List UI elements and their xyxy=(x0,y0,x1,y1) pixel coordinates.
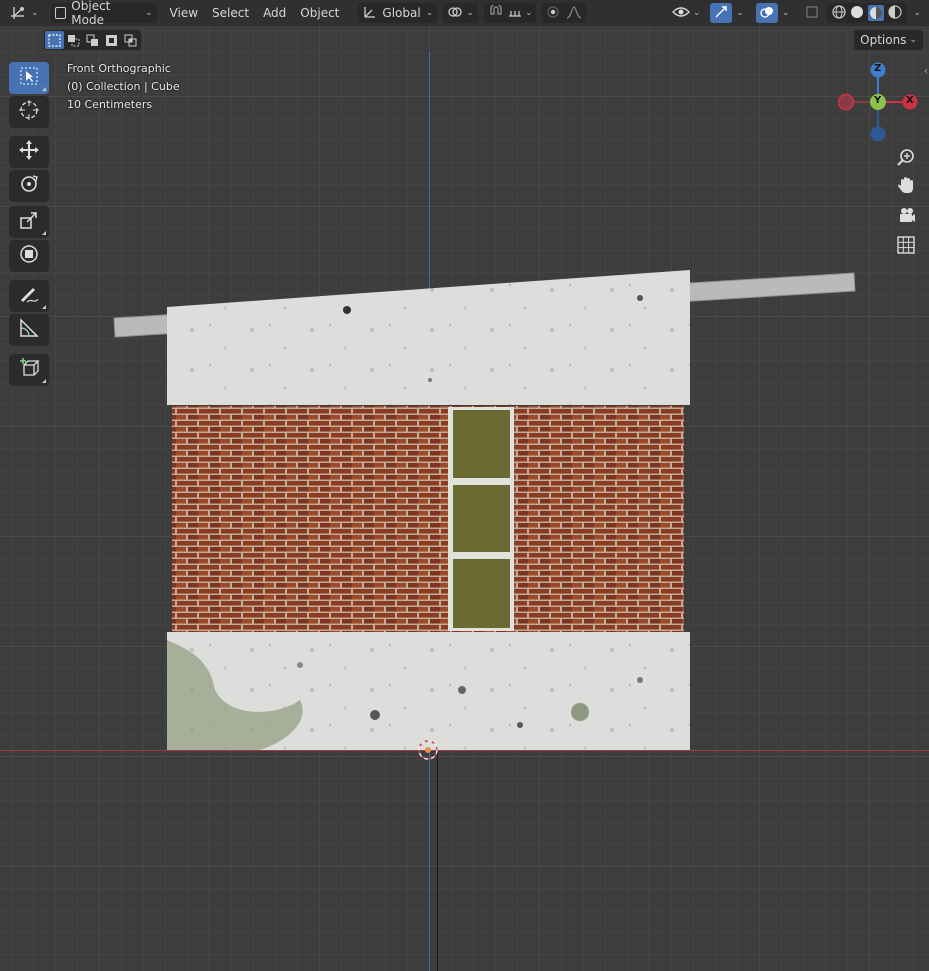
scale-tool[interactable] xyxy=(9,206,49,238)
door-panel-bottom xyxy=(453,559,510,628)
material-shading-icon[interactable] xyxy=(868,5,885,21)
chevron-down-icon[interactable]: ⌄ xyxy=(913,8,921,18)
navigation-gizmo[interactable]: Z Y X xyxy=(830,58,925,143)
solid-shading-icon[interactable] xyxy=(850,5,864,22)
magnet-icon xyxy=(488,2,504,22)
viewport-scene xyxy=(0,52,929,971)
proportional-edit-icon xyxy=(546,5,560,22)
object-mode-icon xyxy=(54,7,67,19)
select-box-icon xyxy=(19,66,39,90)
options-label: Options xyxy=(860,33,907,47)
annotate-icon xyxy=(18,283,40,309)
add-cube-tool[interactable] xyxy=(9,354,49,386)
chevron-down-icon: ⌄ xyxy=(909,35,917,45)
view-name: Front Orthographic xyxy=(67,62,171,75)
falloff-icon xyxy=(566,5,582,22)
ortho-toggle-button[interactable] xyxy=(891,233,921,261)
transform-tool[interactable] xyxy=(9,240,49,272)
menu-view[interactable]: View xyxy=(163,6,205,20)
annotate-tool[interactable] xyxy=(9,280,49,312)
chevron-down-icon: ⌄ xyxy=(425,8,434,18)
sidebar-collapse-icon[interactable]: ‹ xyxy=(924,66,928,77)
snap-toggle[interactable]: ⌄ xyxy=(483,2,537,23)
rotate-icon xyxy=(18,173,40,199)
orientation-label: Global xyxy=(382,6,421,20)
upper-plaster-wall xyxy=(167,270,690,405)
shading-modes xyxy=(827,3,908,23)
zoom-button[interactable] xyxy=(891,145,921,173)
gizmo-toggle[interactable] xyxy=(710,3,733,23)
gizmo-icon xyxy=(714,5,728,22)
move-icon xyxy=(18,139,40,165)
move-tool[interactable] xyxy=(9,136,49,168)
select-new-icon[interactable] xyxy=(45,31,64,49)
cursor-icon xyxy=(18,99,40,125)
overlays-icon xyxy=(760,5,774,22)
zoom-icon xyxy=(896,147,916,171)
blender-window: ⌄ Object Mode ⌄ View Select Add Object G… xyxy=(0,0,929,971)
select-extend-icon[interactable] xyxy=(64,31,83,49)
editor-type-button[interactable]: ⌄ xyxy=(6,3,43,23)
transform-orientation-dropdown[interactable]: Global ⌄ xyxy=(358,3,438,23)
visibility-dropdown[interactable]: ⌄ xyxy=(668,3,705,23)
pivot-icon xyxy=(447,5,463,22)
menu-select[interactable]: Select xyxy=(205,6,256,20)
rendered-shading-icon[interactable] xyxy=(888,4,903,22)
scale-icon xyxy=(18,209,40,235)
mode-label: Object Mode xyxy=(71,0,111,27)
gizmo-y-label: Y xyxy=(874,95,882,106)
chevron-down-icon[interactable]: ⌄ xyxy=(782,8,790,18)
select-intersect-icon[interactable] xyxy=(121,31,140,49)
chevron-down-icon: ⌄ xyxy=(692,8,701,18)
xray-toggle[interactable] xyxy=(801,3,823,23)
gizmo-z-label: Z xyxy=(874,63,882,74)
camera-icon xyxy=(896,205,916,229)
selection-mode-group xyxy=(44,30,141,50)
mode-dropdown[interactable]: Object Mode ⌄ xyxy=(50,0,157,27)
add-cube-icon xyxy=(18,357,40,383)
hand-icon xyxy=(896,175,916,199)
chevron-down-icon: ⌄ xyxy=(466,8,474,18)
chevron-down-icon[interactable]: ⌄ xyxy=(736,8,744,18)
menu-add[interactable]: Add xyxy=(256,6,293,20)
measure-tool[interactable] xyxy=(9,314,49,346)
select-subtract-icon[interactable] xyxy=(83,31,102,49)
pan-button[interactable] xyxy=(891,173,921,201)
door-panel-middle xyxy=(453,485,510,552)
rotate-tool[interactable] xyxy=(9,170,49,202)
pivot-point-dropdown[interactable]: ⌄ xyxy=(443,3,478,23)
eye-icon xyxy=(671,5,690,22)
chevron-down-icon: ⌄ xyxy=(145,8,153,18)
select-box-tool[interactable] xyxy=(9,62,49,94)
xray-icon xyxy=(805,5,819,22)
camera-view-button[interactable] xyxy=(891,203,921,231)
overlays-toggle[interactable] xyxy=(755,3,778,23)
door-panel-top xyxy=(453,410,510,478)
options-dropdown[interactable]: Options ⌄ xyxy=(854,30,923,50)
grid-icon xyxy=(897,236,915,258)
grid-scale-info: 10 Centimeters xyxy=(67,98,153,111)
collection-info: (0) Collection | Cube xyxy=(67,80,180,93)
chevron-down-icon: ⌄ xyxy=(31,8,39,18)
select-invert-icon[interactable] xyxy=(102,31,121,49)
gizmo-x-label: X xyxy=(906,95,914,106)
wireframe-shading-icon[interactable] xyxy=(832,4,847,22)
measure-icon xyxy=(18,317,40,343)
3d-viewport-icon xyxy=(10,4,28,23)
tool-settings-bar: Options ⌄ xyxy=(0,28,929,52)
orientation-icon xyxy=(362,5,376,22)
snap-increment-icon xyxy=(508,5,522,22)
viewport-info-overlay: Front Orthographic (0) Collection | Cube… xyxy=(67,60,180,114)
viewport-header: ⌄ Object Mode ⌄ View Select Add Object G… xyxy=(0,0,929,27)
chevron-down-icon: ⌄ xyxy=(524,8,533,18)
proportional-edit-toggle[interactable] xyxy=(542,3,587,23)
cursor-tool[interactable] xyxy=(9,96,49,128)
3d-viewport[interactable] xyxy=(0,0,929,971)
menu-object[interactable]: Object xyxy=(293,6,346,20)
transform-icon xyxy=(18,243,40,269)
